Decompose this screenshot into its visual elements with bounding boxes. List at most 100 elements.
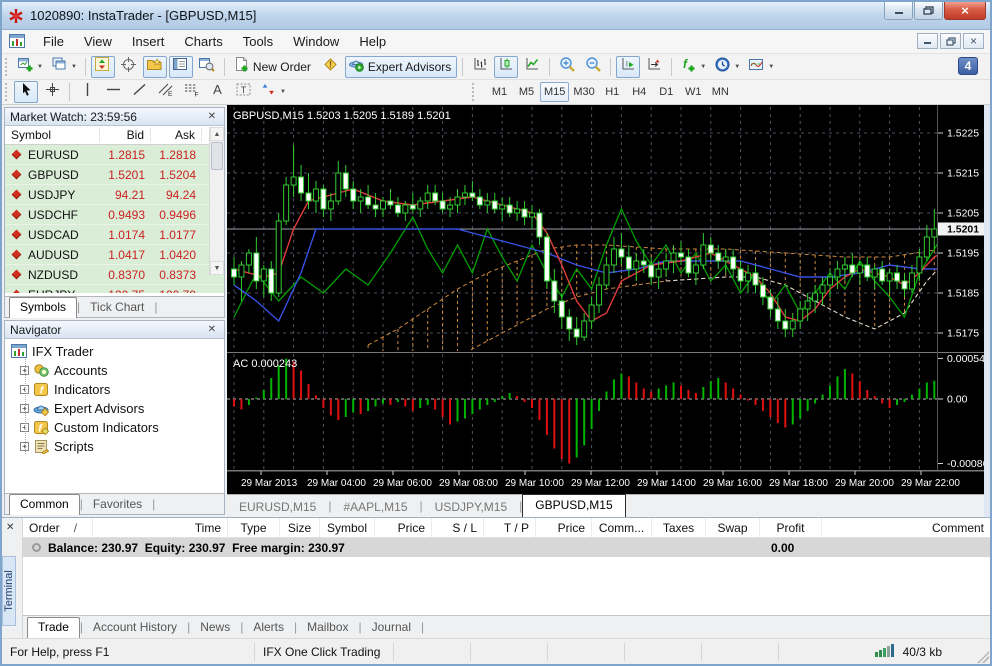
navigator-tab-common[interactable]: Common [9, 494, 80, 515]
chevron-down-icon[interactable]: ▼ [734, 64, 740, 70]
timeframe-m5[interactable]: M5 [513, 82, 540, 102]
market-watch-close-icon[interactable]: ✕ [205, 111, 219, 122]
quote-row-nzdusd[interactable]: NZDUSD0.83700.8373 [5, 265, 224, 285]
timeframe-h4[interactable]: H4 [626, 82, 653, 102]
arrows-tool-button[interactable]: ▼ [257, 81, 289, 103]
profiles-button[interactable]: ▼ [48, 56, 80, 78]
cursor-tool-button[interactable] [14, 81, 38, 103]
terminal-column-price[interactable]: Price [558, 521, 585, 535]
terminal-toggle-button[interactable] [169, 56, 193, 78]
timeframe-m15[interactable]: M15 [540, 82, 569, 102]
trendline-tool-button[interactable] [127, 81, 151, 103]
toolbar-grip[interactable] [472, 83, 477, 101]
resize-grip[interactable] [977, 651, 989, 663]
terminal-column-comment[interactable]: Comment [932, 521, 984, 535]
terminal-close-icon[interactable]: ✕ [6, 522, 14, 533]
chevron-down-icon[interactable]: ▼ [768, 64, 774, 70]
one-click-trading[interactable]: IFX One Click Trading [263, 645, 380, 659]
child-close-button[interactable]: × [963, 33, 984, 49]
terminal-column-taxes[interactable]: Taxes [663, 521, 694, 535]
toolbar-grip[interactable] [5, 83, 10, 101]
timeframe-h1[interactable]: H1 [599, 82, 626, 102]
timeframe-d1[interactable]: D1 [653, 82, 680, 102]
vertical-line-tool-button[interactable] [75, 81, 99, 103]
terminal-column-t-p[interactable]: T / P [504, 521, 529, 535]
periods-menu-button[interactable]: ▼ [711, 56, 743, 78]
quote-row-audusd[interactable]: AUDUSD1.04171.0420 [5, 245, 224, 265]
maximize-button[interactable] [914, 2, 943, 20]
menu-tools[interactable]: Tools [233, 31, 283, 52]
menu-charts[interactable]: Charts [174, 31, 232, 52]
expert-advisors-button[interactable]: Expert Advisors [345, 56, 457, 78]
crosshair-tool-button[interactable] [40, 81, 64, 103]
quote-row-usdchf[interactable]: USDCHF0.94930.9496 [5, 205, 224, 225]
zoom-out-button[interactable] [581, 56, 605, 78]
terminal-tab-alerts[interactable]: Alerts [243, 618, 294, 637]
chart-tab-gbpusd-m15[interactable]: GBPUSD,M15 [522, 494, 625, 517]
terminal-column-profit[interactable]: Profit [776, 521, 804, 535]
timeframe-mn[interactable]: MN [707, 82, 734, 102]
market-watch-tab-tick-chart[interactable]: Tick Chart [80, 298, 154, 317]
quote-row-eurusd[interactable]: EURUSD1.28151.2818 [5, 145, 224, 165]
terminal-column-price[interactable]: Price [398, 521, 425, 535]
navigator-root[interactable]: IFX Trader [5, 342, 224, 361]
text-label-tool-button[interactable]: T [231, 81, 255, 103]
quote-row-gbpusd[interactable]: GBPUSD1.52011.5204 [5, 165, 224, 185]
scroll-up-icon[interactable]: ▲ [210, 127, 224, 141]
candle-chart-mode-button[interactable] [494, 56, 518, 78]
metaeditor-button[interactable]: ! [319, 56, 343, 78]
quote-row-eurjpy[interactable]: EURJPY120.75120.79 [5, 285, 224, 293]
chart-tab-usdjpy-m15[interactable]: USDJPY,M15 [423, 497, 519, 517]
timeframe-m30[interactable]: M30 [569, 82, 598, 102]
indicators-menu-button[interactable]: f▼ [677, 56, 709, 78]
new-chart-button[interactable]: ▼ [14, 56, 46, 78]
market-watch-scrollbar[interactable]: ▲ ▼ [209, 127, 224, 275]
text-tool-button[interactable]: A [205, 81, 229, 103]
terminal-tab-mailbox[interactable]: Mailbox [297, 618, 358, 637]
terminal-column-symbol[interactable]: Symbol [327, 521, 367, 535]
terminal-column-size[interactable]: Size [288, 521, 311, 535]
terminal-tab-trade[interactable]: Trade [27, 617, 80, 638]
menu-file[interactable]: File [33, 31, 74, 52]
chevron-down-icon[interactable]: ▼ [280, 89, 286, 95]
menu-view[interactable]: View [74, 31, 122, 52]
terminal-tab-news[interactable]: News [190, 618, 240, 637]
menu-help[interactable]: Help [349, 31, 396, 52]
menu-window[interactable]: Window [283, 31, 349, 52]
chevron-down-icon[interactable]: ▼ [37, 64, 43, 70]
market-watch-toggle-button[interactable] [91, 56, 115, 78]
data-window-button[interactable] [117, 56, 141, 78]
terminal-column-time[interactable]: Time [195, 521, 221, 535]
column-header-symbol[interactable]: Symbol [5, 128, 100, 142]
close-button[interactable]: × [944, 2, 986, 20]
navigator-item-accounts[interactable]: +Accounts [5, 361, 224, 380]
scroll-down-icon[interactable]: ▼ [210, 261, 224, 275]
child-restore-button[interactable] [940, 33, 961, 49]
navigator-item-custom-indicators[interactable]: +fCustom Indicators [5, 418, 224, 437]
chart-tab-eurusd-m15[interactable]: EURUSD,M15 [227, 497, 328, 517]
terminal-column-comm-[interactable]: Comm... [599, 521, 644, 535]
notifications-badge[interactable]: 4 [958, 57, 978, 75]
channel-tool-button[interactable]: E [153, 81, 177, 103]
scrollbar-thumb[interactable] [211, 142, 223, 170]
minimize-button[interactable] [884, 2, 913, 20]
navigator-item-scripts[interactable]: +Scripts [5, 437, 224, 456]
terminal-column-type[interactable]: Type [240, 521, 266, 535]
terminal-column-s-l[interactable]: S / L [452, 521, 477, 535]
quote-row-usdjpy[interactable]: USDJPY94.2194.24 [5, 185, 224, 205]
line-chart-mode-button[interactable] [520, 56, 544, 78]
terminal-column-order[interactable]: Order [29, 521, 60, 535]
terminal-tab-account-history[interactable]: Account History [83, 618, 187, 637]
chevron-down-icon[interactable]: ▼ [700, 64, 706, 70]
zoom-in-button[interactable] [555, 56, 579, 78]
terminal-side-label[interactable]: Terminal [2, 556, 16, 626]
quote-row-usdcad[interactable]: USDCAD1.01741.0177 [5, 225, 224, 245]
child-minimize-button[interactable] [917, 33, 938, 49]
timeframe-m1[interactable]: M1 [486, 82, 513, 102]
toolbar-grip[interactable] [5, 58, 10, 76]
navigator-close-icon[interactable]: ✕ [205, 324, 219, 335]
navigator-item-indicators[interactable]: +fIndicators [5, 380, 224, 399]
column-header-bid[interactable]: Bid [100, 128, 151, 142]
terminal-column-swap[interactable]: Swap [717, 521, 747, 535]
new-order-button[interactable]: New Order [230, 56, 317, 78]
